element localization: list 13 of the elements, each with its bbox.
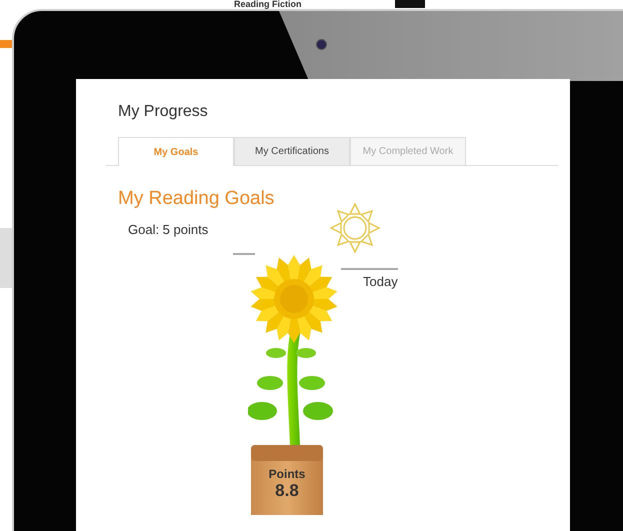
points-label: Points [268, 467, 306, 481]
tab[interactable]: My Goals [118, 137, 234, 166]
points-value: 8.8 [275, 481, 299, 501]
goal-line [233, 253, 255, 255]
today-line [341, 268, 398, 270]
tab[interactable]: My Certifications [234, 137, 350, 165]
pot-rim [251, 445, 323, 461]
background-heading: Reading Fiction [234, 0, 302, 9]
section-title: My Reading Goals [118, 188, 276, 210]
today-label: Today [363, 274, 398, 289]
goal-text: Goal: 5 points [128, 222, 210, 237]
sun-icon [328, 201, 382, 255]
page-title: My Progress [118, 103, 209, 121]
